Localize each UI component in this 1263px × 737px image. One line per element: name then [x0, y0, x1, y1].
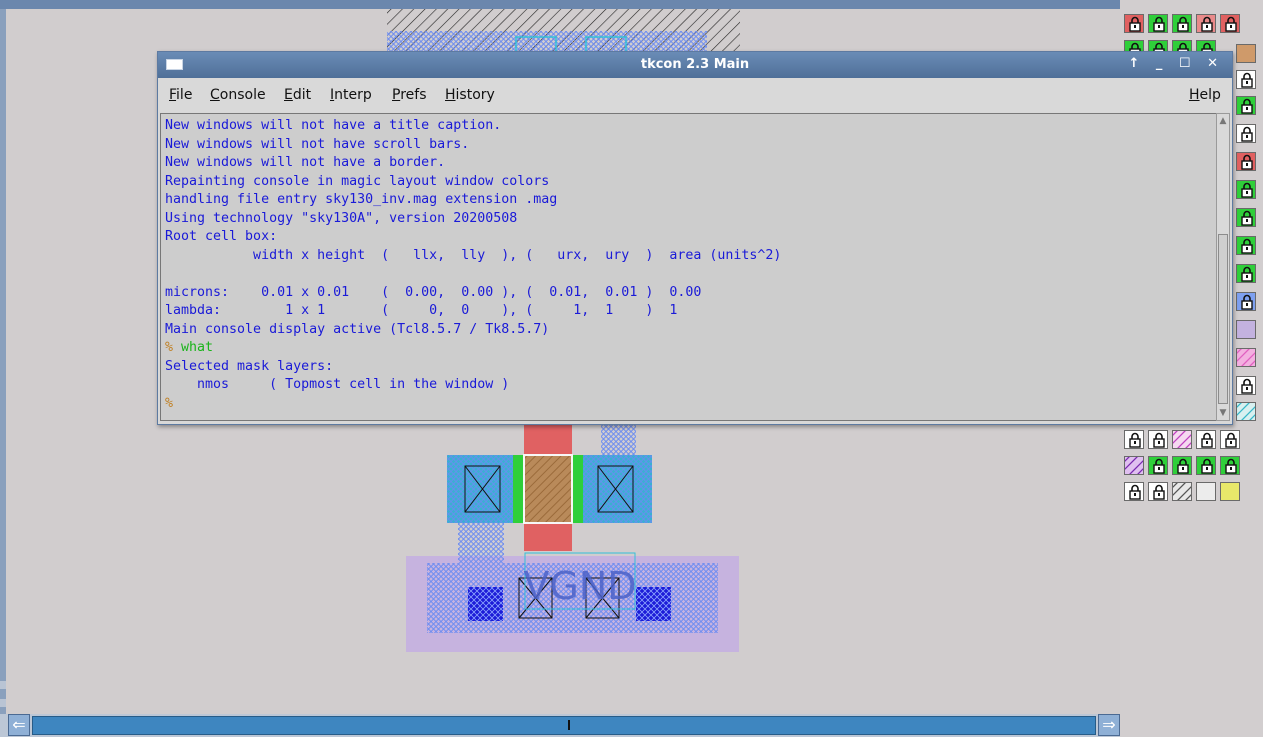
menu-console[interactable]: Console: [210, 87, 266, 103]
layer-swatch[interactable]: [1236, 180, 1256, 199]
tkcon-window[interactable]: tkcon 2.3 Main ↑ _ ☐ ✕ File Console Edit…: [157, 51, 1233, 425]
menu-history[interactable]: History: [445, 87, 495, 103]
top-layout-region: [387, 9, 740, 53]
console-input-prompt[interactable]: %: [165, 395, 173, 414]
vgnd-label: VGND: [523, 564, 636, 608]
menu-help[interactable]: Help: [1189, 87, 1221, 103]
console-line: lambda: 1 x 1 ( 0, 0 ), ( 1, 1 ) 1: [165, 303, 678, 318]
menu-interp[interactable]: Interp: [330, 87, 372, 103]
li-stub-top: [601, 425, 636, 455]
menu-file[interactable]: File: [169, 87, 192, 103]
layer-swatch[interactable]: [1220, 456, 1240, 475]
layer-swatch[interactable]: [1148, 482, 1168, 501]
layer-swatch[interactable]: [1196, 482, 1216, 501]
layer-swatch[interactable]: [1172, 430, 1192, 449]
layer-swatch[interactable]: [1148, 456, 1168, 475]
console-line: handling file entry sky130_inv.mag exten…: [165, 192, 558, 207]
layer-swatch[interactable]: [1236, 292, 1256, 311]
layer-swatch[interactable]: [1236, 124, 1256, 143]
window-title: tkcon 2.3 Main: [640, 57, 750, 72]
layer-swatch[interactable]: [1236, 264, 1256, 283]
layer-lock-icon[interactable]: [1148, 14, 1168, 33]
layer-swatch[interactable]: [1196, 430, 1216, 449]
layer-swatch[interactable]: [1236, 96, 1256, 115]
tkcon-titlebar[interactable]: tkcon 2.3 Main ↑ _ ☐ ✕: [158, 52, 1232, 78]
layer-lock-icon[interactable]: [1196, 14, 1216, 33]
window-top-border: [0, 0, 1263, 9]
li-stub-left: [458, 523, 504, 563]
layer-lock-icon[interactable]: [1172, 14, 1192, 33]
console-line: Root cell box:: [165, 229, 278, 244]
console-vertical-scrollbar[interactable]: ▲ ▼: [1216, 113, 1230, 421]
console-line: Using technology "sky130A", version 2020…: [165, 210, 518, 226]
window-control-buttons[interactable]: ↑ _ ☐ ✕: [1128, 56, 1224, 71]
layer-swatch[interactable]: [1220, 430, 1240, 449]
prompt-symbol: %: [165, 340, 174, 355]
console-line: width x height ( llx, lly ), ( urx, ury …: [165, 247, 782, 263]
menu-edit[interactable]: Edit: [284, 87, 311, 103]
layer-swatch[interactable]: [1124, 430, 1144, 449]
command-text: what: [173, 340, 214, 355]
console-command-line: % what: [165, 339, 213, 358]
horizontal-scrollbar[interactable]: ⇐ ⇒: [0, 714, 1120, 737]
console-text-area[interactable]: New windows will not have a title captio…: [160, 113, 1216, 421]
console-line: Selected mask layers:: [165, 358, 334, 374]
layer-swatch[interactable]: [1196, 456, 1216, 475]
layer-swatch[interactable]: [1236, 402, 1256, 421]
console-line: Repainting console in magic layout windo…: [165, 173, 550, 189]
menu-prefs[interactable]: Prefs: [392, 87, 427, 103]
layer-swatch[interactable]: [1124, 456, 1144, 475]
layer-swatch[interactable]: [1236, 208, 1256, 227]
scroll-thumb[interactable]: [568, 720, 570, 730]
layer-swatch[interactable]: [1236, 348, 1256, 367]
scroll-trough[interactable]: [32, 716, 1096, 735]
console-line: New windows will not have a title captio…: [165, 118, 502, 133]
layer-swatch[interactable]: [1172, 456, 1192, 475]
scroll-right-button[interactable]: ⇒: [1098, 714, 1120, 736]
layer-swatch[interactable]: [1148, 430, 1168, 449]
layer-swatch[interactable]: [1236, 236, 1256, 255]
layer-swatch[interactable]: [1236, 70, 1256, 89]
layer-swatch[interactable]: [1124, 482, 1144, 501]
layer-swatch[interactable]: [1236, 44, 1256, 63]
console-line: New windows will not have a border.: [165, 155, 446, 170]
console-line: New windows will not have scroll bars.: [165, 136, 470, 152]
layer-lock-icon[interactable]: [1220, 14, 1240, 33]
console-scroll-thumb[interactable]: [1218, 234, 1228, 404]
layer-swatch[interactable]: [1236, 152, 1256, 171]
console-line: nmos ( Topmost cell in the window ): [165, 377, 510, 392]
scroll-down-arrow-icon[interactable]: ▼: [1217, 406, 1229, 420]
layer-swatch[interactable]: [1236, 376, 1256, 395]
layer-swatch[interactable]: [1236, 320, 1256, 339]
scroll-left-button[interactable]: ⇐: [8, 714, 30, 736]
scroll-up-arrow-icon[interactable]: ▲: [1217, 114, 1229, 128]
menubar: File Console Edit Interp Prefs History H…: [158, 78, 1232, 112]
nmos-diffusion[interactable]: [447, 454, 652, 524]
console-line: microns: 0.01 x 0.01 ( 0.00, 0.00 ), ( 0…: [165, 284, 702, 300]
layer-swatch[interactable]: [1220, 482, 1240, 501]
console-line: Main console display active (Tcl8.5.7 / …: [165, 321, 550, 337]
layer-swatch[interactable]: [1172, 482, 1192, 501]
layer-lock-icon[interactable]: [1124, 14, 1144, 33]
